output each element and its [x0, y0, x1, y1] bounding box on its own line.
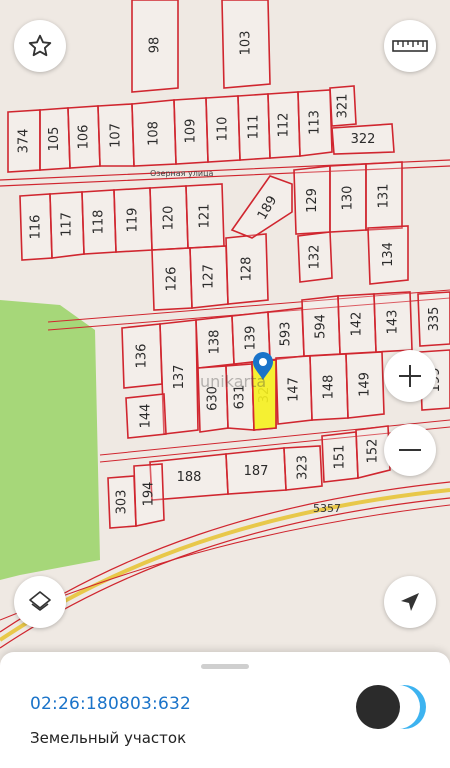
parcel-label: 194 [142, 482, 157, 507]
parcel-label: 142 [350, 312, 365, 337]
parcel-label: 132 [308, 245, 323, 270]
parcel-label: 136 [135, 344, 150, 369]
forest-area [0, 300, 100, 580]
sheet-drag-handle[interactable] [201, 664, 249, 669]
parcel-label: 111 [247, 115, 262, 140]
parcel-label: 152 [366, 439, 381, 464]
parcel-label: 127 [202, 264, 217, 289]
parcel-label: 303 [115, 490, 130, 515]
parcel-label: 137 [172, 365, 187, 390]
parcel-label: 131 [377, 184, 392, 209]
parcel-label: 128 [240, 257, 255, 282]
locate-button[interactable] [384, 576, 436, 628]
parcel-type: Земельный участок [30, 729, 187, 747]
parcel-label: 138 [208, 330, 223, 355]
parcel-label: 106 [77, 125, 92, 150]
parcel-label: 130 [341, 186, 356, 211]
parcel-label: 105 [47, 127, 62, 152]
parcel-label: 103 [239, 31, 254, 56]
zoom-out-button[interactable] [384, 424, 436, 476]
parcel-label: 126 [165, 267, 180, 292]
parcel-label: 113 [308, 110, 323, 135]
parcel-label: 120 [162, 206, 177, 231]
parcel-label: 149 [358, 372, 373, 397]
measure-button[interactable] [384, 20, 436, 72]
minus-icon [399, 449, 421, 451]
plus-icon [399, 365, 421, 387]
parcel-label: 593 [279, 322, 294, 347]
parcel-label: 108 [147, 121, 162, 146]
parcel-label: 107 [109, 123, 124, 148]
road-number-label: 5357 [313, 502, 341, 515]
navigation-arrow-icon [401, 593, 419, 611]
cadastral-map[interactable]: 98 103 374 105 106 107 108 109 110 111 112 113 321 32… [0, 0, 450, 660]
parcel-label: 98 [148, 37, 163, 54]
layers-button[interactable] [14, 576, 66, 628]
parcel-label: 117 [60, 212, 75, 237]
parcel-label: 110 [216, 117, 231, 142]
parcel-label: 151 [333, 445, 348, 470]
parcel-label: 144 [139, 404, 154, 429]
layers-icon [29, 591, 51, 611]
toggle-knob [356, 685, 400, 729]
parcel-label: 118 [92, 210, 107, 235]
parcel-label: 321 [336, 94, 351, 119]
parcel-label: 187 [244, 464, 269, 479]
parcel-label: 188 [177, 470, 202, 485]
parcel-label: 374 [17, 129, 32, 154]
parcel-label: 147 [287, 377, 302, 402]
parcel-label: 335 [427, 307, 442, 332]
mode-toggle[interactable] [354, 682, 430, 732]
watermark: unikarta [200, 372, 267, 391]
parcel-label: 323 [296, 455, 311, 480]
zoom-in-button[interactable] [384, 350, 436, 402]
parcel-label: 116 [29, 215, 44, 240]
parcel-label: 139 [244, 326, 259, 351]
street-label: Озерная улица [150, 169, 214, 178]
cadastral-number: 02:26:180803:632 [30, 694, 191, 714]
parcel-label: 322 [351, 132, 376, 147]
parcel-label: 148 [322, 375, 337, 400]
favorite-button[interactable] [14, 20, 66, 72]
star-icon [28, 34, 52, 57]
parcel-label: 109 [184, 119, 199, 144]
parcel-label: 121 [198, 204, 213, 229]
ruler-icon [392, 40, 428, 52]
parcel-label: 143 [386, 310, 401, 335]
parcel-label: 119 [126, 208, 141, 233]
parcel-label: 594 [314, 314, 329, 339]
parcel-label: 112 [277, 113, 292, 138]
parcel-label: 129 [305, 188, 320, 213]
map-canvas[interactable]: 98 103374 105 106 107 108 109 110 111 112 11332132… [0, 0, 450, 660]
parcel-label: 134 [381, 242, 396, 267]
